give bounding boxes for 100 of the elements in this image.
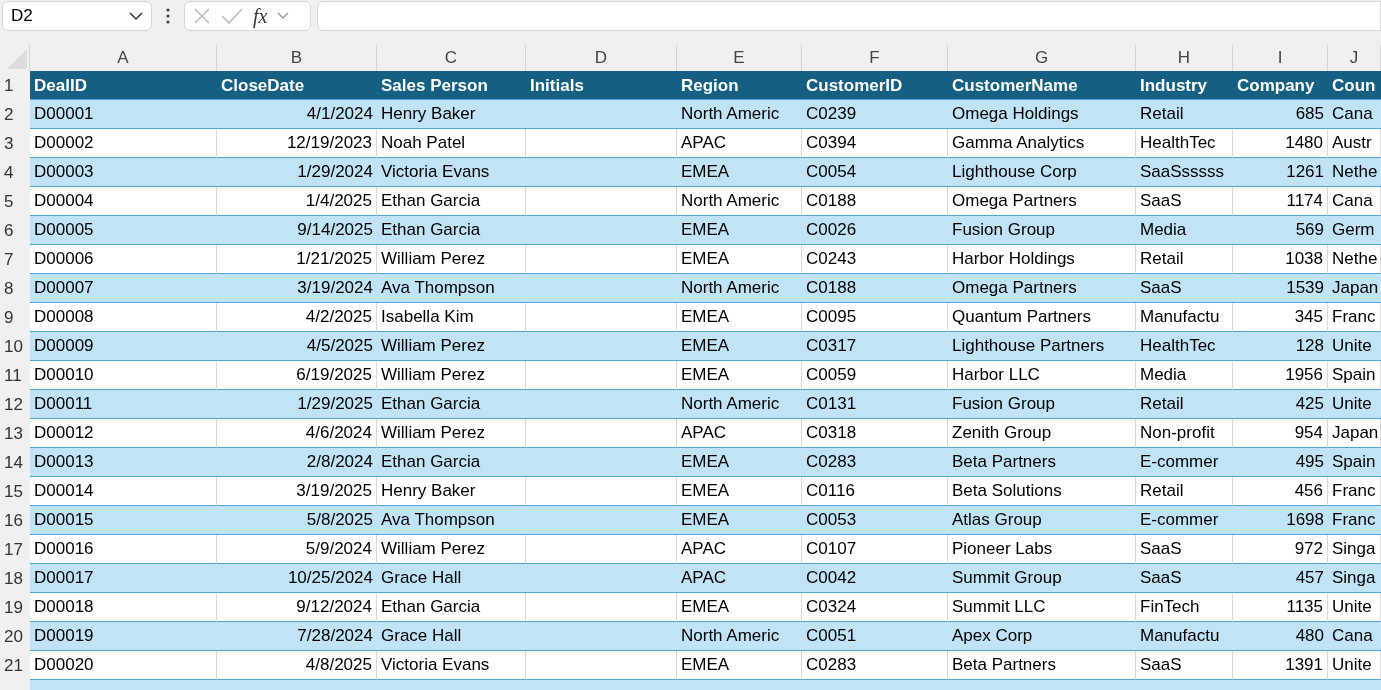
table-cell: D00013 <box>30 448 217 477</box>
table-cell: APAC <box>677 419 802 448</box>
table-cell: C0324 <box>802 593 948 622</box>
table-cell: 954 <box>1233 419 1328 448</box>
table-cell: 972 <box>1233 535 1328 564</box>
table-cell: Unite <box>1328 390 1381 419</box>
table-cell: Lighthouse Corp <box>948 158 1136 187</box>
header-cell: Industry <box>1136 71 1233 100</box>
header-cell: Initials <box>526 71 677 100</box>
caret-icon[interactable] <box>277 12 290 20</box>
table-cell: Retail <box>1136 390 1233 419</box>
table-cell: EMEA <box>677 506 802 535</box>
table-cell: Ava Thompson <box>377 506 526 535</box>
table-cell: Harbor LLC <box>948 361 1136 390</box>
table-cell: 9/14/2025 <box>217 216 377 245</box>
name-box[interactable]: D2 <box>2 1 152 31</box>
table-cell: 4/1/2024 <box>217 100 377 129</box>
table-cell: E-commer <box>1136 448 1233 477</box>
table-cell: 6/19/2025 <box>217 361 377 390</box>
table-cell: C0243 <box>802 245 948 274</box>
table-cell: C0051 <box>802 622 948 651</box>
close-icon[interactable] <box>193 7 211 25</box>
table-cell: APAC <box>677 129 802 158</box>
table-cell: Beta Solutions <box>948 477 1136 506</box>
table-cell: Franc <box>1328 477 1381 506</box>
table-cell: 495 <box>1233 448 1328 477</box>
table-cell: 4/5/2025 <box>217 332 377 361</box>
table-cell: C0188 <box>802 187 948 216</box>
table-cell: D00016 <box>30 535 217 564</box>
table-cell: 1/29/2025 <box>217 390 377 419</box>
table-cell: Manufactu <box>1136 303 1233 332</box>
header-cell: Sales Person <box>377 71 526 100</box>
table-cell: Noah Patel <box>377 129 526 158</box>
table-cell: Omega Partners <box>948 274 1136 303</box>
table-cell: Ava Thompson <box>377 274 526 303</box>
table-cell: C0188 <box>802 274 948 303</box>
table-cell: C0317 <box>802 332 948 361</box>
header-cell: Coun <box>1328 71 1381 100</box>
table-cell: C0131 <box>802 390 948 419</box>
check-icon[interactable] <box>221 8 243 24</box>
table-cell: Unite <box>1328 332 1381 361</box>
table-cell: Manufactu <box>1136 622 1233 651</box>
table-cell: North Americ <box>677 100 802 129</box>
header-cell: CustomerName <box>948 71 1136 100</box>
table-cell: Germ <box>1328 216 1381 245</box>
table-cell: Beta Partners <box>948 651 1136 680</box>
table-cell: 1261 <box>1233 158 1328 187</box>
table-cell: Japan <box>1328 419 1381 448</box>
table-cell: D00019 <box>30 622 217 651</box>
table-cell: C0116 <box>802 477 948 506</box>
header-cell: CustomerID <box>802 71 948 100</box>
table-cell: C0283 <box>802 448 948 477</box>
table-cell: D00009 <box>30 332 217 361</box>
table-cell: Nethe <box>1328 158 1381 187</box>
table-cell: William Perez <box>377 535 526 564</box>
table-cell: D00007 <box>30 274 217 303</box>
caret-icon <box>129 11 143 21</box>
table-cell: APAC <box>677 535 802 564</box>
table-cell: Retail <box>1136 477 1233 506</box>
table-cell: Harbor Holdings <box>948 245 1136 274</box>
table-cell: Austr <box>1328 129 1381 158</box>
table-cell: SaaS <box>1136 564 1233 593</box>
table-cell: William Perez <box>377 361 526 390</box>
table-cell: 2/8/2024 <box>217 448 377 477</box>
table-cell: Cana <box>1328 100 1381 129</box>
table-cell: North Americ <box>677 622 802 651</box>
header-cell: DealID <box>30 71 217 100</box>
table-cell: 4/6/2024 <box>217 419 377 448</box>
table-cell: C0059 <box>802 361 948 390</box>
table-cell: D00003 <box>30 158 217 187</box>
table-cell: EMEA <box>677 332 802 361</box>
table-cell: EMEA <box>677 651 802 680</box>
table-cell: 9/12/2024 <box>217 593 377 622</box>
table-cell: Isabella Kim <box>377 303 526 332</box>
table-cell: Summit LLC <box>948 593 1136 622</box>
header-cell: Region <box>677 71 802 100</box>
formula-input[interactable] <box>317 1 1381 31</box>
table-cell: Henry Baker <box>377 100 526 129</box>
table-cell: EMEA <box>677 448 802 477</box>
table-cell: Media <box>1136 361 1233 390</box>
insert-function-button[interactable]: fx <box>253 6 268 26</box>
table-cell: SaaSsssss <box>1136 158 1233 187</box>
header-cell: Company <box>1233 71 1328 100</box>
table-cell: 569 <box>1233 216 1328 245</box>
table-cell: Fusion Group <box>948 390 1136 419</box>
table-cell: EMEA <box>677 245 802 274</box>
table-cell: Grace Hall <box>377 564 526 593</box>
table-cell: D00002 <box>30 129 217 158</box>
table-cell: Spain <box>1328 448 1381 477</box>
table-cell: Atlas Group <box>948 506 1136 535</box>
table-cell: E-commer <box>1136 506 1233 535</box>
table-cell: Japan <box>1328 274 1381 303</box>
table-cell: C0239 <box>802 100 948 129</box>
table-cell: 12/19/2023 <box>217 129 377 158</box>
table-cell: 128 <box>1233 332 1328 361</box>
table-cell: APAC <box>677 564 802 593</box>
table-cell: D00005 <box>30 216 217 245</box>
table-cell: D00001 <box>30 100 217 129</box>
more-icon[interactable] <box>166 8 170 24</box>
table-cell: North Americ <box>677 390 802 419</box>
